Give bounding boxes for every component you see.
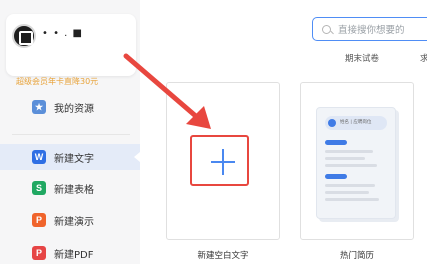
sidebar-item-my-resources[interactable]: ★ 我的资源 (0, 94, 140, 120)
resume-line (325, 150, 373, 153)
resume-line (325, 198, 379, 201)
resume-line (325, 191, 369, 194)
search-placeholder: 直接搜你想要的 (338, 25, 405, 36)
avatar[interactable] (12, 24, 36, 48)
search-tag-1[interactable]: 期末试卷 (345, 52, 379, 64)
sidebar-item-new-sheet[interactable]: S 新建表格 (0, 175, 140, 201)
sidebar-item-label: 新建演示 (54, 216, 94, 228)
spreadsheet-icon: S (32, 181, 46, 195)
user-card[interactable]: • • . ■ 超级会员年卡直降30元 (6, 14, 136, 86)
resume-line (325, 157, 365, 160)
sidebar-item-new-presentation[interactable]: P 新建演示 (0, 207, 140, 233)
search-icon (322, 24, 331, 34)
resume-section-pill (325, 174, 347, 179)
presentation-icon: P (32, 213, 46, 227)
sidebar-divider (12, 134, 130, 135)
sidebar-item-label: 新建PDF (54, 249, 94, 261)
resume-line (325, 164, 377, 167)
blank-doc-title[interactable]: 新建空白文字 (166, 249, 280, 261)
resume-thumbnail[interactable]: 姓名 | 应聘岗位 (316, 107, 396, 219)
sidebar-item-new-doc[interactable]: W 新建文字 (0, 144, 140, 170)
search-input[interactable]: 直接搜你想要的 (312, 17, 427, 41)
sidebar: • • . ■ 超级会员年卡直降30元 ★ 我的资源 W 新建文字 S 新建表格… (0, 0, 140, 264)
sidebar-item-label: 新建文字 (54, 153, 94, 165)
sidebar-item-new-pdf[interactable]: P 新建PDF (0, 240, 140, 264)
promo-text[interactable]: 超级会员年卡直降30元 (16, 76, 98, 87)
resume-line (325, 184, 375, 187)
resume-header-text: 姓名 | 应聘岗位 (340, 120, 372, 125)
username[interactable]: • • . ■ (42, 28, 83, 39)
star-folder-icon: ★ (32, 100, 46, 114)
search-tag-2[interactable]: 求 (420, 52, 427, 64)
resume-title[interactable]: 热门简历 (300, 249, 414, 261)
writer-icon: W (32, 150, 46, 164)
pdf-icon: P (32, 246, 46, 260)
sidebar-item-label: 我的资源 (54, 103, 94, 115)
plus-icon-vertical (222, 149, 224, 175)
sidebar-item-label: 新建表格 (54, 184, 94, 196)
resume-section-pill (325, 140, 347, 145)
resume-avatar-icon (328, 119, 336, 127)
